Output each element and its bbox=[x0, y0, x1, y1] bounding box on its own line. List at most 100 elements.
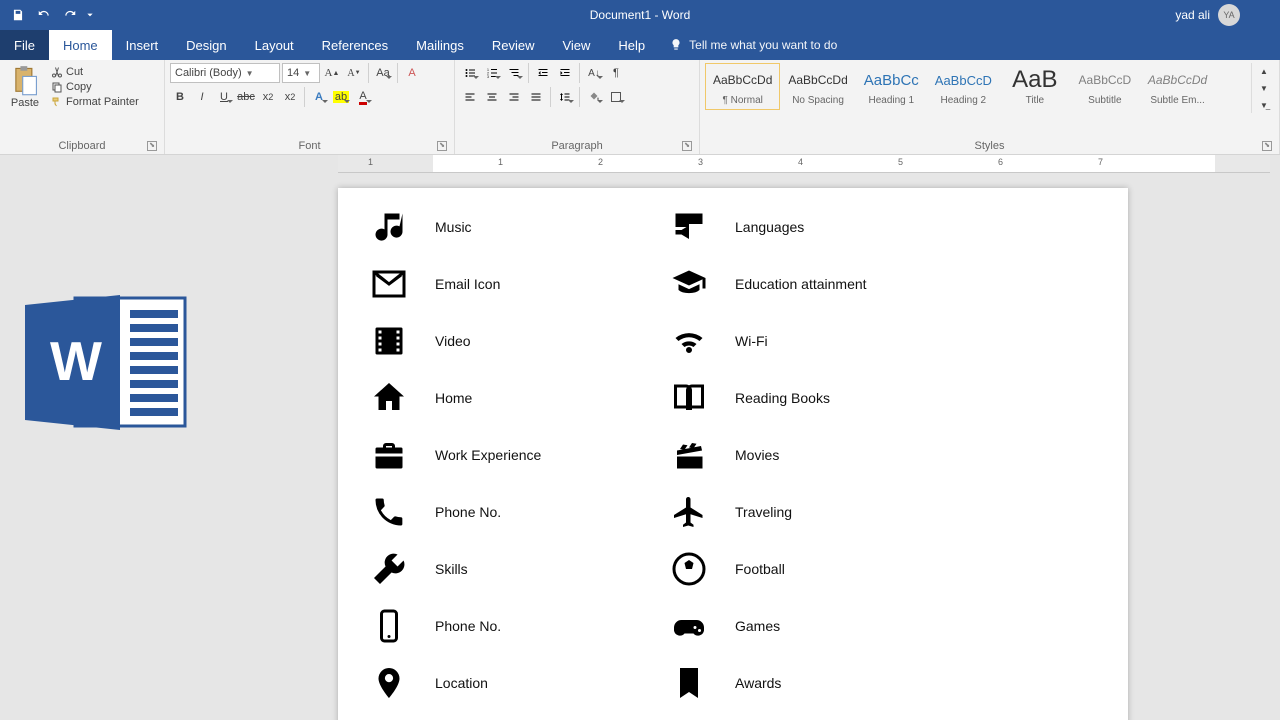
align-right-button[interactable] bbox=[504, 87, 524, 107]
tab-home[interactable]: Home bbox=[49, 30, 112, 60]
ruler-mark: 4 bbox=[798, 157, 803, 167]
style-title[interactable]: AaBTitle bbox=[1000, 63, 1070, 110]
borders-button[interactable] bbox=[606, 87, 626, 107]
tab-design[interactable]: Design bbox=[172, 30, 240, 60]
style-heading-2[interactable]: AaBbCcDHeading 2 bbox=[927, 63, 1000, 110]
tab-insert[interactable]: Insert bbox=[112, 30, 173, 60]
doc-item-travel[interactable]: Traveling bbox=[668, 491, 867, 533]
clipboard-dialog-launcher[interactable]: ⬊ bbox=[147, 141, 157, 151]
style--normal[interactable]: AaBbCcDd¶ Normal bbox=[705, 63, 780, 110]
horizontal-ruler[interactable]: 11234567 bbox=[338, 155, 1270, 173]
word-logo-icon: W bbox=[20, 290, 190, 435]
multilevel-list-button[interactable] bbox=[504, 63, 524, 83]
superscript-button[interactable]: x2 bbox=[280, 87, 300, 107]
align-center-button[interactable] bbox=[482, 87, 502, 107]
copy-button[interactable]: Copy bbox=[49, 80, 141, 94]
user-name[interactable]: yad ali bbox=[1175, 8, 1210, 22]
tab-review[interactable]: Review bbox=[478, 30, 549, 60]
doc-item-label: Awards bbox=[735, 675, 781, 691]
doc-item-work[interactable]: Work Experience bbox=[368, 434, 628, 476]
tab-layout[interactable]: Layout bbox=[241, 30, 308, 60]
doc-item-education[interactable]: Education attainment bbox=[668, 263, 867, 305]
doc-item-skills[interactable]: Skills bbox=[368, 548, 628, 590]
doc-item-languages[interactable]: Languages bbox=[668, 206, 867, 248]
home-icon bbox=[368, 377, 410, 419]
doc-item-wifi[interactable]: Wi-Fi bbox=[668, 320, 867, 362]
align-left-button[interactable] bbox=[460, 87, 480, 107]
sort-button[interactable]: A↓ bbox=[584, 63, 604, 83]
style-subtitle[interactable]: AaBbCcDSubtitle bbox=[1070, 63, 1140, 110]
underline-button[interactable]: U bbox=[214, 87, 234, 107]
tab-view[interactable]: View bbox=[548, 30, 604, 60]
svg-text:3: 3 bbox=[487, 75, 489, 79]
font-size-combo[interactable]: 14▼ bbox=[282, 63, 320, 83]
styles-scroll-up[interactable]: ▲ bbox=[1254, 63, 1274, 79]
style-no-spacing[interactable]: AaBbCcDdNo Spacing bbox=[780, 63, 855, 110]
document-title: Document1 - Word bbox=[590, 8, 690, 22]
redo-button[interactable] bbox=[58, 3, 82, 27]
doc-item-games[interactable]: Games bbox=[668, 605, 867, 647]
show-marks-button[interactable]: ¶ bbox=[606, 63, 626, 83]
style-subtle-em-[interactable]: AaBbCcDdSubtle Em... bbox=[1140, 63, 1215, 110]
user-avatar[interactable]: YA bbox=[1218, 4, 1240, 26]
format-painter-button[interactable]: Format Painter bbox=[49, 95, 141, 109]
tab-file[interactable]: File bbox=[0, 30, 49, 60]
doc-item-phone[interactable]: Phone No. bbox=[368, 491, 628, 533]
shrink-font-button[interactable]: A▼ bbox=[344, 63, 364, 83]
location-icon bbox=[368, 662, 410, 704]
doc-item-movies[interactable]: Movies bbox=[668, 434, 867, 476]
change-case-button[interactable]: Aa bbox=[373, 63, 393, 83]
page[interactable]: Music Email Icon Video Home Work Experience P… bbox=[338, 188, 1128, 720]
doc-item-football[interactable]: Football bbox=[668, 548, 867, 590]
doc-item-email[interactable]: Email Icon bbox=[368, 263, 628, 305]
doc-item-video[interactable]: Video bbox=[368, 320, 628, 362]
paste-button[interactable]: Paste bbox=[5, 63, 45, 109]
style-heading-1[interactable]: AaBbCcHeading 1 bbox=[856, 63, 927, 110]
doc-item-label: Football bbox=[735, 561, 785, 577]
highlight-button[interactable]: ab bbox=[331, 87, 351, 107]
doc-item-awards[interactable]: Awards bbox=[668, 662, 867, 704]
tab-references[interactable]: References bbox=[308, 30, 402, 60]
bullets-button[interactable] bbox=[460, 63, 480, 83]
subscript-button[interactable]: x2 bbox=[258, 87, 278, 107]
ruler-mark: 3 bbox=[698, 157, 703, 167]
font-dialog-launcher[interactable]: ⬊ bbox=[437, 141, 447, 151]
doc-item-music[interactable]: Music bbox=[368, 206, 628, 248]
styles-scroll-down[interactable]: ▼ bbox=[1254, 80, 1274, 96]
titlebar: Document1 - Word yad ali YA bbox=[0, 0, 1280, 30]
undo-button[interactable] bbox=[32, 3, 56, 27]
doc-item-location[interactable]: Location bbox=[368, 662, 628, 704]
save-button[interactable] bbox=[6, 3, 30, 27]
bold-button[interactable]: B bbox=[170, 87, 190, 107]
doc-item-home[interactable]: Home bbox=[368, 377, 628, 419]
justify-button[interactable] bbox=[526, 87, 546, 107]
styles-dialog-launcher[interactable]: ⬊ bbox=[1262, 141, 1272, 151]
line-spacing-button[interactable] bbox=[555, 87, 575, 107]
italic-button[interactable]: I bbox=[192, 87, 212, 107]
cut-button[interactable]: Cut bbox=[49, 65, 141, 79]
tab-mailings[interactable]: Mailings bbox=[402, 30, 478, 60]
mobile-icon bbox=[368, 605, 410, 647]
clear-formatting-button[interactable]: A bbox=[402, 63, 422, 83]
styles-expand[interactable]: ▼̲ bbox=[1254, 97, 1274, 113]
font-color-button[interactable]: A bbox=[353, 87, 373, 107]
tab-help[interactable]: Help bbox=[604, 30, 659, 60]
text-effects-button[interactable]: A bbox=[309, 87, 329, 107]
movies-icon bbox=[668, 434, 710, 476]
paragraph-dialog-launcher[interactable]: ⬊ bbox=[682, 141, 692, 151]
doc-item-label: Traveling bbox=[735, 504, 792, 520]
quick-access-toolbar bbox=[0, 3, 96, 27]
strikethrough-button[interactable]: abc bbox=[236, 87, 256, 107]
increase-indent-button[interactable] bbox=[555, 63, 575, 83]
decrease-indent-button[interactable] bbox=[533, 63, 553, 83]
grow-font-button[interactable]: A▲ bbox=[322, 63, 342, 83]
font-name-combo[interactable]: Calibri (Body)▼ bbox=[170, 63, 280, 83]
doc-item-reading[interactable]: Reading Books bbox=[668, 377, 867, 419]
styles-gallery[interactable]: AaBbCcDd¶ NormalAaBbCcDdNo SpacingAaBbCc… bbox=[705, 63, 1247, 110]
shading-button[interactable] bbox=[584, 87, 604, 107]
numbering-button[interactable]: 123 bbox=[482, 63, 502, 83]
doc-item-label: Movies bbox=[735, 447, 779, 463]
doc-item-mobile[interactable]: Phone No. bbox=[368, 605, 628, 647]
tell-me-search[interactable]: Tell me what you want to do bbox=[669, 30, 837, 60]
qat-customize[interactable] bbox=[84, 3, 96, 27]
